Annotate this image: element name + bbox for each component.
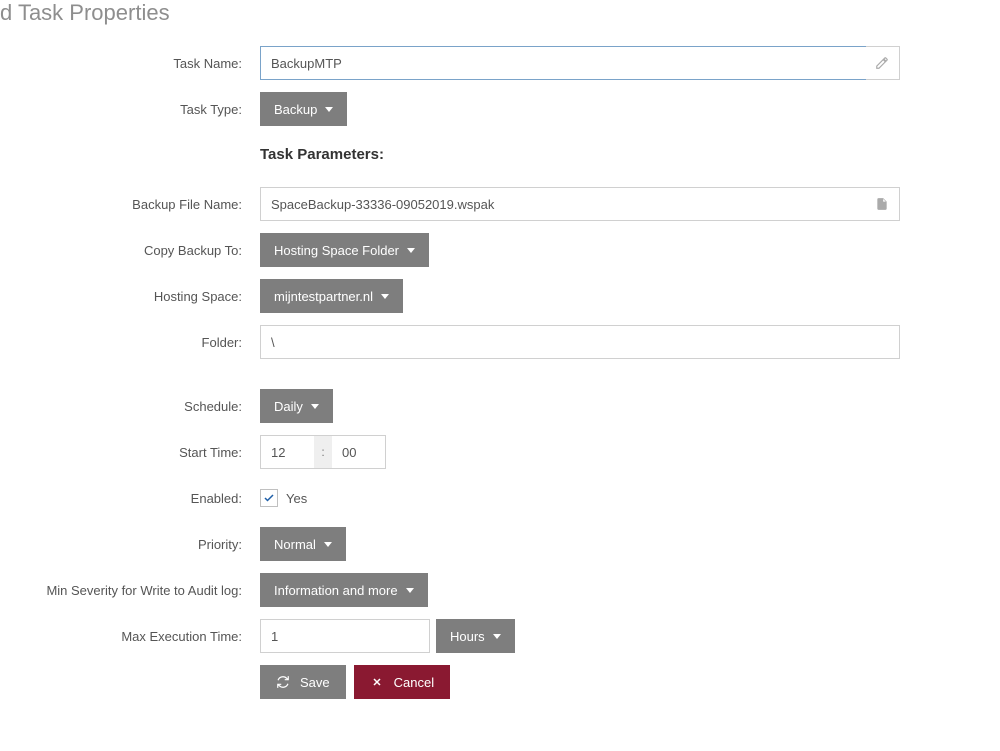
row-schedule: Schedule: Daily bbox=[0, 389, 1000, 423]
cancel-button[interactable]: Cancel bbox=[354, 665, 450, 699]
label-copy-backup-to: Copy Backup To: bbox=[0, 243, 260, 258]
task-type-dropdown[interactable]: Backup bbox=[260, 92, 347, 126]
min-severity-dropdown[interactable]: Information and more bbox=[260, 573, 428, 607]
edit-icon[interactable] bbox=[866, 46, 900, 80]
backup-file-name-input[interactable] bbox=[260, 187, 866, 221]
task-type-value: Backup bbox=[274, 102, 317, 117]
label-backup-file-name: Backup File Name: bbox=[0, 197, 260, 212]
row-max-execution: Max Execution Time: Hours bbox=[0, 619, 1000, 653]
chevron-down-icon bbox=[324, 542, 332, 547]
chevron-down-icon bbox=[406, 588, 414, 593]
hosting-space-dropdown[interactable]: mijntestpartner.nl bbox=[260, 279, 403, 313]
max-execution-input[interactable] bbox=[260, 619, 430, 653]
row-start-time: Start Time: : bbox=[0, 435, 1000, 469]
enabled-yes-label: Yes bbox=[286, 491, 307, 506]
row-buttons: Save Cancel bbox=[0, 665, 1000, 699]
label-min-severity: Min Severity for Write to Audit log: bbox=[0, 583, 260, 598]
close-icon bbox=[370, 675, 384, 689]
hosting-space-value: mijntestpartner.nl bbox=[274, 289, 373, 304]
row-folder: Folder: bbox=[0, 325, 1000, 359]
row-priority: Priority: Normal bbox=[0, 527, 1000, 561]
label-max-execution: Max Execution Time: bbox=[0, 629, 260, 644]
file-icon[interactable] bbox=[866, 187, 900, 221]
label-priority: Priority: bbox=[0, 537, 260, 552]
task-parameters-heading: Task Parameters: bbox=[260, 146, 384, 163]
priority-value: Normal bbox=[274, 537, 316, 552]
page-title: d Task Properties bbox=[0, 0, 1000, 26]
save-button[interactable]: Save bbox=[260, 665, 346, 699]
schedule-dropdown[interactable]: Daily bbox=[260, 389, 333, 423]
chevron-down-icon bbox=[493, 634, 501, 639]
row-task-type: Task Type: Backup bbox=[0, 92, 1000, 126]
label-task-name: Task Name: bbox=[0, 56, 260, 71]
chevron-down-icon bbox=[407, 248, 415, 253]
time-separator: : bbox=[314, 435, 332, 469]
refresh-icon bbox=[276, 675, 290, 689]
label-folder: Folder: bbox=[0, 335, 260, 350]
row-hosting-space: Hosting Space: mijntestpartner.nl bbox=[0, 279, 1000, 313]
row-task-parameters-heading: Task Parameters: bbox=[0, 138, 1000, 175]
label-start-time: Start Time: bbox=[0, 445, 260, 460]
max-execution-unit-value: Hours bbox=[450, 629, 485, 644]
row-backup-file-name: Backup File Name: bbox=[0, 187, 1000, 221]
save-button-label: Save bbox=[300, 675, 330, 690]
chevron-down-icon bbox=[311, 404, 319, 409]
label-task-type: Task Type: bbox=[0, 102, 260, 117]
start-time-minute-input[interactable] bbox=[332, 435, 386, 469]
min-severity-value: Information and more bbox=[274, 583, 398, 598]
row-enabled: Enabled: Yes bbox=[0, 481, 1000, 515]
chevron-down-icon bbox=[325, 107, 333, 112]
row-min-severity: Min Severity for Write to Audit log: Inf… bbox=[0, 573, 1000, 607]
copy-backup-to-value: Hosting Space Folder bbox=[274, 243, 399, 258]
folder-input[interactable] bbox=[260, 325, 900, 359]
chevron-down-icon bbox=[381, 294, 389, 299]
row-task-name: Task Name: bbox=[0, 46, 1000, 80]
max-execution-unit-dropdown[interactable]: Hours bbox=[436, 619, 515, 653]
priority-dropdown[interactable]: Normal bbox=[260, 527, 346, 561]
check-icon bbox=[263, 492, 275, 504]
row-copy-backup-to: Copy Backup To: Hosting Space Folder bbox=[0, 233, 1000, 267]
cancel-button-label: Cancel bbox=[394, 675, 434, 690]
label-hosting-space: Hosting Space: bbox=[0, 289, 260, 304]
task-name-input[interactable] bbox=[260, 46, 866, 80]
schedule-value: Daily bbox=[274, 399, 303, 414]
start-time-hour-input[interactable] bbox=[260, 435, 314, 469]
copy-backup-to-dropdown[interactable]: Hosting Space Folder bbox=[260, 233, 429, 267]
label-schedule: Schedule: bbox=[0, 399, 260, 414]
enabled-checkbox[interactable] bbox=[260, 489, 278, 507]
label-enabled: Enabled: bbox=[0, 491, 260, 506]
